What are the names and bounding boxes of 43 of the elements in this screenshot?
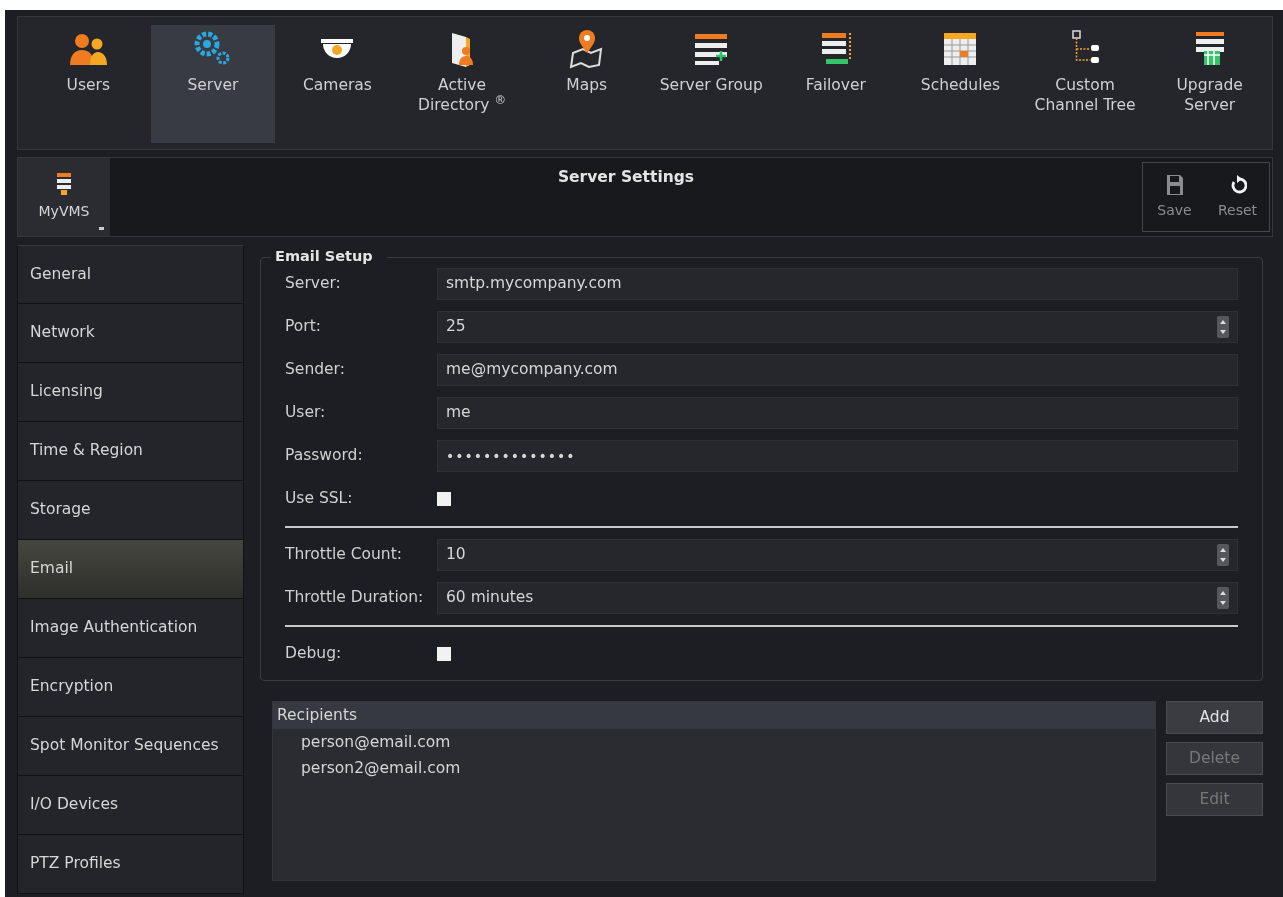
field-label: Throttle Duration: (285, 587, 425, 609)
toolbar-tab[interactable]: Cameras (275, 25, 400, 143)
sidebar-item[interactable]: I/O Devices (17, 776, 244, 835)
input-field[interactable]: me (437, 397, 1238, 429)
toolbar-tab[interactable]: Server (150, 25, 276, 143)
action-button[interactable]: Add (1166, 701, 1263, 734)
spin-box[interactable]: 25 (437, 311, 1238, 343)
input-field[interactable]: smtp.mycompany.com (437, 268, 1238, 300)
checkbox[interactable] (437, 647, 451, 661)
toolbar-tab[interactable]: Custom Channel Tree (1022, 25, 1148, 143)
sidebar-item[interactable]: Licensing (17, 363, 244, 422)
sidebar-item[interactable]: General (17, 245, 244, 304)
password-field[interactable]: •••••••••••••• (437, 440, 1238, 472)
field-label: Port: (285, 316, 322, 338)
sidebar-item[interactable]: Network (17, 304, 244, 363)
field-label: Debug: (285, 643, 343, 665)
field-label: Throttle Count: (285, 544, 403, 566)
sidebar-item[interactable]: Spot Monitor Sequences (17, 717, 244, 776)
toolbar-tab[interactable]: Users (26, 25, 151, 143)
sidebar-item[interactable]: Storage (17, 481, 244, 540)
spin-box[interactable]: 60 minutes (437, 582, 1238, 614)
toolbar-tab[interactable]: Server Group (648, 25, 774, 143)
field-label: Sender: (285, 359, 346, 381)
toolbar-tab[interactable]: Active Directory $^{®}$ (399, 25, 525, 143)
spin-box[interactable]: 10 (437, 539, 1238, 571)
list-item[interactable]: person2@email.com (273, 755, 1155, 782)
field-label: Server: (285, 273, 342, 295)
field-label: User: (285, 402, 327, 424)
sidebar-item[interactable]: Email (17, 540, 244, 599)
toolbar-tab[interactable]: Maps (524, 25, 649, 143)
toolbar-tab[interactable]: Upgrade Server (1147, 25, 1272, 143)
checkbox[interactable] (437, 492, 451, 506)
toolbar-tab[interactable]: Schedules (898, 25, 1023, 143)
sidebar-item[interactable]: Image Authentication (17, 599, 244, 658)
field-label: Use SSL: (285, 488, 354, 510)
list-item[interactable]: person@email.com (273, 729, 1155, 756)
field-label: Password: (285, 445, 364, 467)
sidebar-item[interactable]: Encryption (17, 658, 244, 717)
sidebar-item[interactable]: Time & Region (17, 422, 244, 481)
list-header: Recipients (273, 702, 1155, 730)
input-field[interactable]: me@mycompany.com (437, 354, 1238, 386)
sidebar-item[interactable]: PTZ Profiles (17, 835, 244, 894)
toolbar-tab[interactable]: Failover (773, 25, 899, 143)
